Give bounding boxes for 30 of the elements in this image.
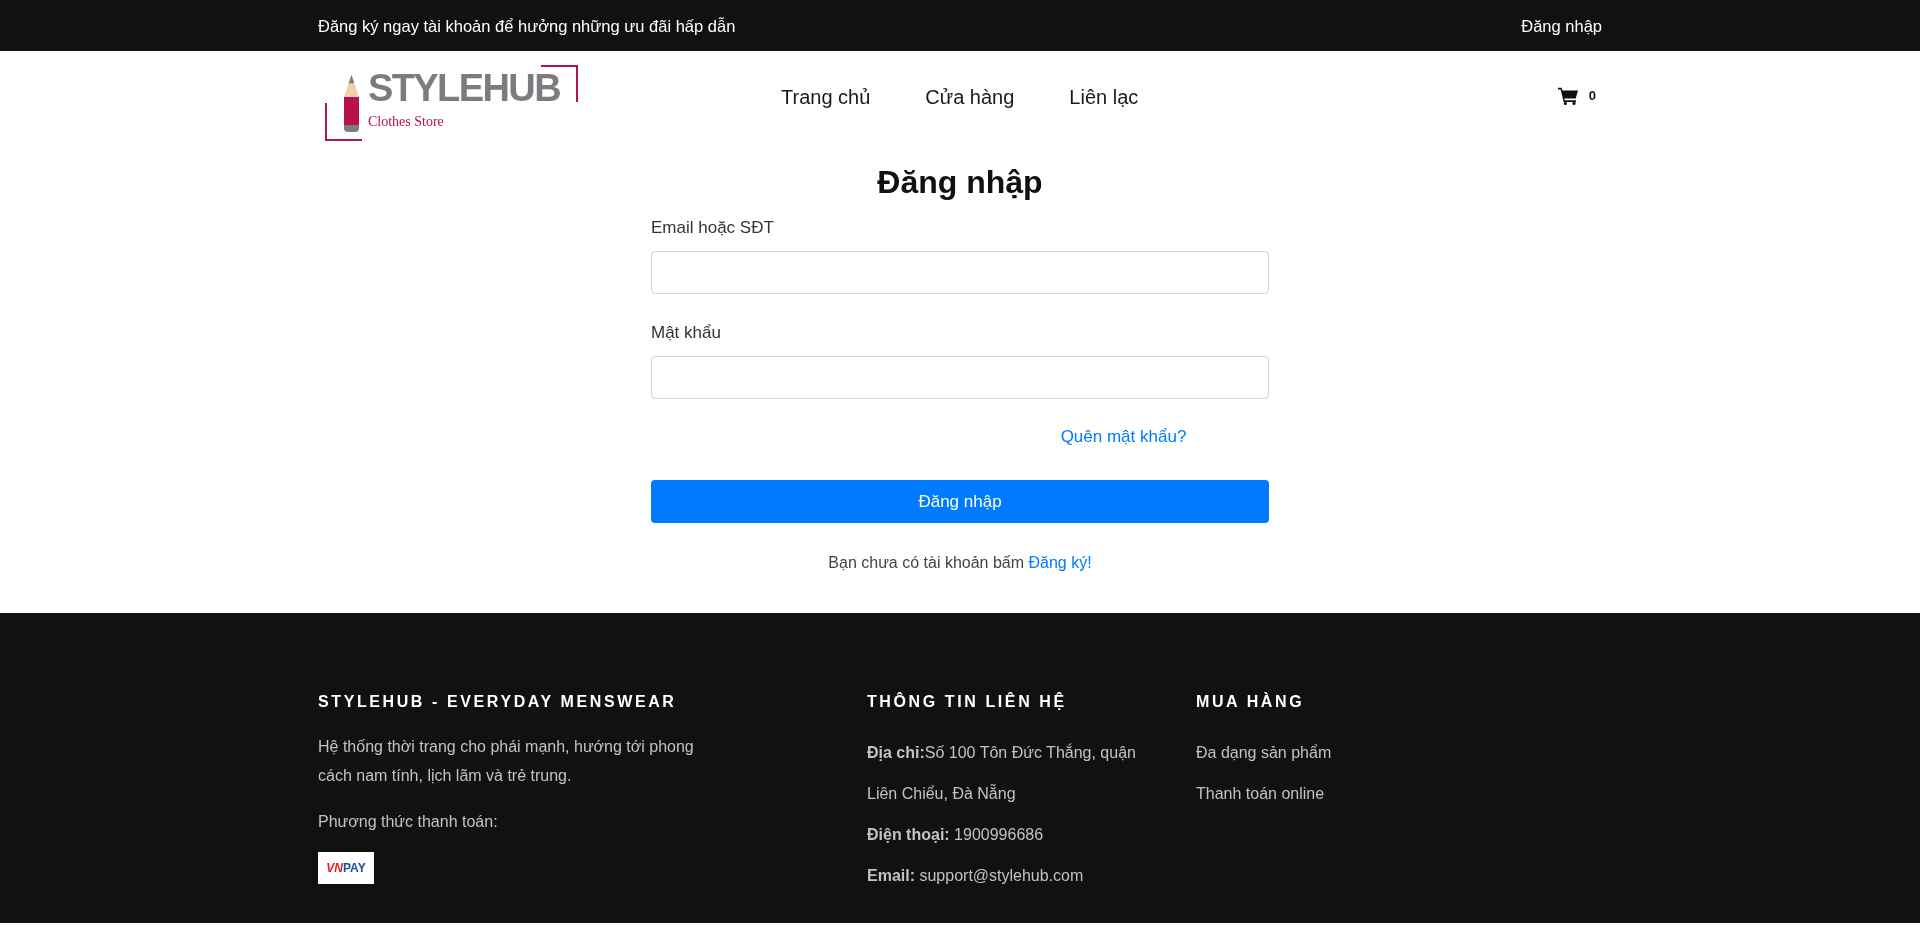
signup-prompt: Bạn chưa có tài khoản bấm Đăng ký! <box>828 553 1092 573</box>
footer-description: Hệ thống thời trang cho phái mạnh, hướng tới phong cách nam tính, lịch lãm và trẻ trung. <box>318 737 695 786</box>
field-label: Mật khẩu <box>651 322 721 344</box>
nav-link[interactable]: Trang chủ <box>781 85 871 109</box>
input-field[interactable] <box>651 356 1269 399</box>
field-label: Email hoặc SĐT <box>651 217 774 239</box>
page-title: Đăng nhập <box>876 163 1044 201</box>
contact-info: Điện thoại: 1900996686 <box>867 825 1045 845</box>
footer-heading: MUA HÀNG <box>1196 691 1305 712</box>
login-link[interactable]: Đăng nhập <box>1521 14 1602 37</box>
payment-label: Phương thức thanh toán: <box>318 812 498 832</box>
footer-heading: THÔNG TIN LIÊN HỆ <box>867 691 1067 712</box>
brand-name: STYLEHUB <box>368 73 560 103</box>
payment-logo: VNPAY <box>318 852 374 884</box>
nav-link[interactable]: Cửa hàng <box>925 85 1015 109</box>
contact-info: Địa chỉ:Số 100 Tôn Đức Thắng, quận Liên Chiểu, Đà Nẵng <box>867 742 1137 804</box>
footer-link[interactable]: Đa dạng sản phẩm <box>1196 744 1332 761</box>
login-button[interactable]: Đăng nhập <box>651 480 1269 523</box>
cart-link[interactable]: 0 <box>1557 87 1596 105</box>
brand-tagline: Clothes Store <box>368 114 444 130</box>
footer-heading: STYLEHUB - EVERYDAY MENSWEAR <box>318 692 677 712</box>
signup-link[interactable]: Đăng ký! <box>1028 554 1092 571</box>
pencil-icon <box>344 75 359 132</box>
forgot-password-link[interactable]: Quên mật khẩu? <box>1060 425 1187 449</box>
nav-link[interactable]: Liên lạc <box>1069 85 1139 109</box>
cart-icon <box>1557 87 1578 105</box>
promo-message: Đăng ký ngay tài khoản để hưởng những ưu đãi hấp dẫn <box>318 15 736 37</box>
footer-link[interactable]: Thanh toán online <box>1196 785 1325 802</box>
contact-info: Email: support@stylehub.com <box>867 866 1085 886</box>
input-field[interactable] <box>651 251 1269 294</box>
